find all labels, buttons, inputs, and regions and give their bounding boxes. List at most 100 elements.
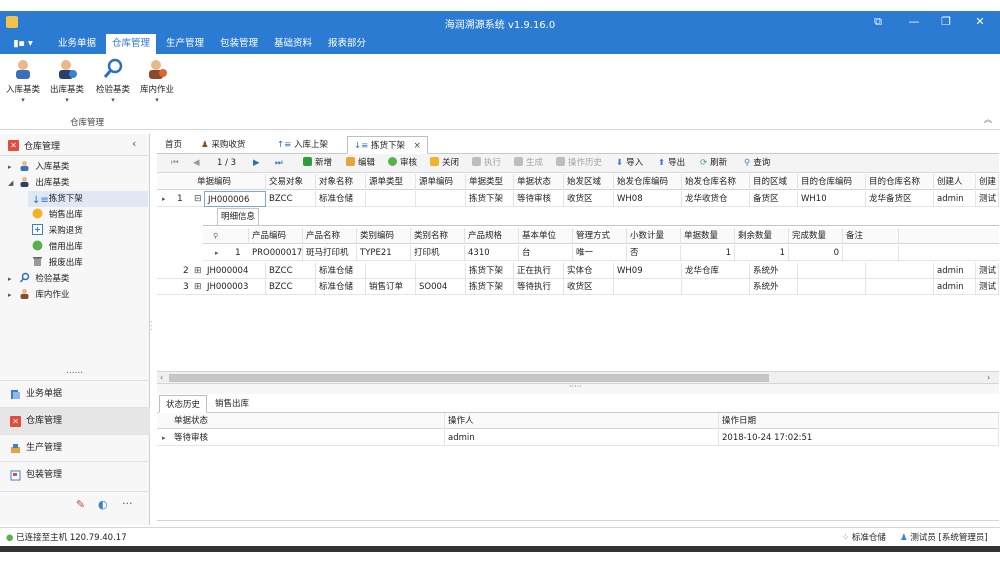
cell[interactable] [416, 191, 466, 207]
cell[interactable] [366, 191, 416, 207]
tab-picking[interactable]: ↓≡ 拣货下架 × [347, 136, 428, 154]
inbound-basic-button[interactable]: 入库基类 ▾ [6, 58, 40, 104]
column-header[interactable]: 单据状态 [514, 174, 564, 190]
cell[interactable]: 等待执行 [514, 279, 564, 295]
splitter-grip[interactable]: ····· [569, 382, 582, 391]
cell[interactable]: 测试 [976, 263, 999, 279]
tab-inbound-shelving[interactable]: ↑≡ 入库上架 [271, 136, 334, 154]
detail-column-header[interactable]: 基本单位 [519, 228, 573, 244]
cell[interactable]: BZCC [266, 279, 316, 295]
tree-item-borrow-outbound[interactable]: 借用出库 [32, 239, 148, 255]
cell[interactable]: 斑马打印机 [303, 245, 357, 261]
cell-doc-code[interactable]: JH000004 [204, 263, 266, 279]
cell[interactable]: 销售订单 [366, 279, 416, 295]
column-header[interactable]: 操作日期 [719, 413, 999, 429]
close-tab-icon[interactable]: × [414, 141, 421, 151]
detail-row[interactable]: ▸ 1 PRO000017 斑马打印机 TYPE21 打印机 4310 台 唯一… [203, 245, 999, 261]
tree-item-inspection[interactable]: ▸ 检验基类 [8, 271, 148, 287]
cell[interactable]: 龙华备货区 [866, 191, 934, 207]
app-menu-icon[interactable]: ▮▪ ▾ [10, 34, 36, 54]
detail-column-header[interactable]: 类别名称 [411, 228, 465, 244]
prev-page-icon[interactable]: ◀ [193, 156, 200, 171]
row-expander-icon[interactable]: ⊟ [194, 191, 202, 207]
in-warehouse-ops-button[interactable]: 库内作业 ▾ [140, 58, 174, 104]
execute-button[interactable]: 执行 [472, 156, 501, 171]
column-header[interactable]: 目的仓库编码 [798, 174, 866, 190]
cell[interactable]: BZCC [266, 263, 316, 279]
tree-item-inbound[interactable]: ▸ 入库基类 [8, 159, 148, 175]
column-header[interactable]: 单据编码 [194, 174, 266, 190]
scroll-right-icon[interactable]: › [987, 372, 990, 384]
cell[interactable]: admin [934, 263, 976, 279]
cell-doc-code[interactable]: JH000006 [204, 191, 266, 207]
cell[interactable]: WH08 [614, 191, 682, 207]
row-expander-icon[interactable]: ⊞ [194, 279, 202, 295]
cell[interactable]: 1 [681, 245, 735, 261]
column-header[interactable]: 单据状态 [171, 413, 445, 429]
cell[interactable]: admin [934, 191, 976, 207]
tab-status-history[interactable]: 状态历史 [159, 395, 208, 413]
cell[interactable]: WH10 [798, 191, 866, 207]
detail-column-header[interactable]: 管理方式 [573, 228, 627, 244]
panel-splitter-dots[interactable]: ...... [66, 366, 83, 376]
cell[interactable]: 标准仓储 [316, 263, 366, 279]
collapse-panel-icon[interactable]: ‹ [132, 137, 136, 150]
cell[interactable]: 龙华收货仓 [682, 191, 750, 207]
tree-item-outbound[interactable]: ◢ 出库基类 [8, 175, 148, 191]
tree-item-scrap-outbound[interactable]: 报废出库 [32, 255, 148, 271]
close-window-icon[interactable]: ✕ [972, 14, 988, 30]
menu-item-reports[interactable]: 报表部分 [322, 34, 372, 54]
operation-history-button[interactable]: 操作历史 [556, 156, 602, 171]
outbound-basic-button[interactable]: 出库基类 ▾ [50, 58, 84, 104]
table-row[interactable]: ▸ 1 ⊟ JH000006 BZCC 标准仓储 拣货下架 等待审核 收货区 W… [157, 191, 999, 207]
detail-column-header[interactable]: 产品名称 [303, 228, 357, 244]
cell[interactable]: 收货区 [564, 191, 614, 207]
cell[interactable]: 0 [789, 245, 843, 261]
export-button[interactable]: ⬆ 导出 [658, 156, 685, 171]
collapse-arrow-icon[interactable]: ◢ [8, 175, 16, 191]
refresh-circle-icon[interactable]: ◐ [98, 498, 108, 511]
more-icon[interactable]: ··· [122, 497, 133, 510]
column-header[interactable]: 目的仓库名称 [866, 174, 934, 190]
cell[interactable]: admin [934, 279, 976, 295]
vertical-splitter-grip[interactable]: · · · [150, 319, 154, 334]
nav-warehouse[interactable]: ✕ 仓库管理 [0, 407, 150, 434]
expand-arrow-icon[interactable]: ▸ [8, 287, 16, 303]
cell[interactable]: 台 [519, 245, 573, 261]
cell[interactable]: BZCC [266, 191, 316, 207]
first-page-icon[interactable]: ⏮ [171, 156, 179, 171]
detail-column-header[interactable]: 产品编码 [249, 228, 303, 244]
detail-column-header[interactable]: 备注 [843, 228, 899, 244]
last-page-icon[interactable]: ⏭ [275, 156, 283, 171]
restore-icon[interactable]: ⧉ [870, 14, 886, 30]
cell[interactable]: 测试 [976, 191, 999, 207]
nav-production[interactable]: 生产管理 [0, 434, 150, 461]
import-button[interactable]: ⬇ 导入 [616, 156, 643, 171]
approve-button[interactable]: 审核 [388, 156, 417, 171]
cell[interactable]: 拣货下架 [466, 279, 514, 295]
cell[interactable] [416, 263, 466, 279]
tree-item-purchase-return[interactable]: 采购退货 [32, 223, 148, 239]
cell[interactable]: 等待审核 [171, 430, 445, 446]
cell[interactable]: 正在执行 [514, 263, 564, 279]
generate-button[interactable]: 生成 [514, 156, 543, 171]
cell[interactable]: 系统外 [750, 279, 798, 295]
table-row[interactable]: 2 ⊞ JH000004 BZCC 标准仓储 拣货下架 正在执行 实体仓 WH0… [157, 263, 999, 279]
cell[interactable]: 备货区 [750, 191, 798, 207]
minimize-icon[interactable]: — [906, 14, 922, 30]
refresh-button[interactable]: ⟳ 刷新 [700, 156, 727, 171]
cell[interactable]: 标准仓储 [316, 279, 366, 295]
detail-column-header[interactable]: 产品规格 [465, 228, 519, 244]
cell[interactable]: 等待审核 [514, 191, 564, 207]
detail-column-header[interactable]: 剩余数量 [735, 228, 789, 244]
cell[interactable]: TYPE21 [357, 245, 411, 261]
cell[interactable] [866, 279, 934, 295]
table-row[interactable]: 3 ⊞ JH000003 BZCC 标准仓储 销售订单 SO004 拣货下架 等… [157, 279, 999, 295]
cell[interactable] [366, 263, 416, 279]
menu-item-production[interactable]: 生产管理 [160, 34, 210, 54]
horizontal-splitter[interactable]: ····· [157, 382, 999, 394]
cell[interactable] [843, 245, 899, 261]
detail-column-header[interactable]: 类别编码 [357, 228, 411, 244]
next-page-icon[interactable]: ▶ [253, 156, 260, 171]
close-doc-button[interactable]: 关闭 [430, 156, 459, 171]
